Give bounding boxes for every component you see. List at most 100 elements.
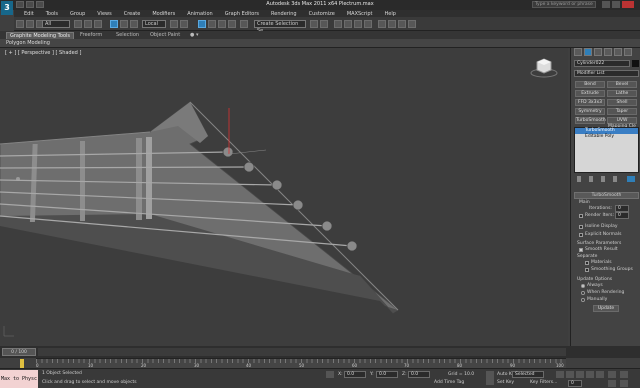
ribbon-options-icon[interactable]: ● ▾ <box>190 32 198 38</box>
x-coordinate-field[interactable]: 0.0 <box>344 371 366 378</box>
tab-freeform[interactable]: Freeform <box>80 32 102 38</box>
modifier-list-dropdown[interactable]: Modifier List <box>574 70 639 77</box>
set-key-icon[interactable] <box>486 371 494 385</box>
search-input[interactable]: Type a keyword or phrase <box>532 1 596 8</box>
select-object-icon[interactable] <box>74 20 82 28</box>
maximize-viewport-icon[interactable] <box>620 380 628 387</box>
remove-modifier-icon[interactable] <box>613 176 617 182</box>
align-icon[interactable] <box>320 20 328 28</box>
object-color-swatch[interactable] <box>632 60 639 67</box>
guitar-headstock-model[interactable] <box>0 48 568 346</box>
update-button[interactable]: Update <box>593 305 619 312</box>
play-icon[interactable] <box>576 371 584 378</box>
rollout-turbosmooth[interactable]: TurboSmooth <box>574 192 639 199</box>
selection-region-icon[interactable] <box>94 20 102 28</box>
utilities-tab-icon[interactable] <box>624 48 632 56</box>
select-and-rotate-icon[interactable] <box>120 20 128 28</box>
bevel-button[interactable]: Bevel <box>607 81 637 88</box>
save-file-icon[interactable] <box>36 1 44 8</box>
current-frame-field[interactable]: 0 <box>568 380 582 387</box>
set-key-button[interactable]: Set Key <box>497 380 514 385</box>
pan-icon[interactable] <box>620 371 628 378</box>
materials-checkbox[interactable] <box>585 261 589 265</box>
key-filters-button[interactable]: Key Filters... <box>530 380 557 385</box>
tab-object-paint[interactable]: Object Paint <box>150 32 180 38</box>
configure-sets-icon[interactable] <box>627 176 635 182</box>
motion-tab-icon[interactable] <box>604 48 612 56</box>
rendered-frame-icon[interactable] <box>398 20 406 28</box>
spinner-snap-icon[interactable] <box>228 20 236 28</box>
always-radio[interactable] <box>581 284 585 288</box>
tab-selection[interactable]: Selection <box>116 32 139 38</box>
select-by-name-icon[interactable] <box>84 20 92 28</box>
lathe-button[interactable]: Lathe <box>607 90 637 97</box>
time-slider-thumb[interactable]: 0 / 100 <box>2 348 36 356</box>
ribbon-panel-label[interactable]: Polygon Modeling <box>6 40 50 46</box>
named-selection-dropdown[interactable]: Create Selection Se <box>254 20 306 34</box>
lock-selection-icon[interactable] <box>326 371 334 378</box>
pivot-center-icon[interactable] <box>170 20 178 28</box>
uvw-mapping-button[interactable]: UVW Mapping Cle <box>607 117 637 129</box>
iterations-spinner[interactable]: 0 <box>615 205 629 212</box>
show-end-result-icon[interactable] <box>589 176 593 182</box>
track-bar[interactable]: 0 10 20 30 40 50 60 70 80 90 100 <box>20 358 566 369</box>
mirror-icon[interactable] <box>310 20 318 28</box>
render-setup-icon[interactable] <box>388 20 396 28</box>
display-tab-icon[interactable] <box>614 48 622 56</box>
next-frame-icon[interactable] <box>586 371 594 378</box>
object-name-field[interactable]: Cylinder022 <box>574 60 630 67</box>
render-iters-checkbox[interactable] <box>579 214 583 218</box>
app-logo-icon[interactable]: 3 <box>1 1 13 15</box>
orbit-icon[interactable] <box>608 380 616 387</box>
graphite-toggle-icon[interactable] <box>344 20 352 28</box>
z-coordinate-field[interactable]: 0.0 <box>408 371 430 378</box>
select-and-move-icon[interactable] <box>110 20 118 28</box>
close-button[interactable] <box>622 1 634 8</box>
modify-tab-icon[interactable] <box>584 48 592 56</box>
explicit-normals-checkbox[interactable] <box>579 233 583 237</box>
make-unique-icon[interactable] <box>601 176 605 182</box>
material-editor-icon[interactable] <box>378 20 386 28</box>
stack-item-editable-poly[interactable]: Editable Poly <box>575 134 638 140</box>
add-time-tag[interactable]: Add Time Tag <box>434 380 464 385</box>
reference-coordinate-dropdown[interactable]: Local <box>142 20 166 28</box>
render-production-icon[interactable] <box>408 20 416 28</box>
turbosmooth-button[interactable]: TurboSmooth <box>575 117 606 124</box>
go-to-end-icon[interactable] <box>596 371 604 378</box>
go-to-start-icon[interactable] <box>556 371 564 378</box>
redo-icon[interactable] <box>26 20 34 28</box>
smooth-result-checkbox[interactable] <box>579 248 583 252</box>
extrude-button[interactable]: Extrude <box>575 90 605 97</box>
manually-radio[interactable] <box>581 298 585 302</box>
select-and-scale-icon[interactable] <box>130 20 138 28</box>
bend-button[interactable]: Bend <box>575 81 605 88</box>
curve-editor-icon[interactable] <box>354 20 362 28</box>
new-file-icon[interactable] <box>16 1 24 8</box>
isoline-display-checkbox[interactable] <box>579 225 583 229</box>
time-slider-track[interactable] <box>38 348 566 356</box>
schematic-view-icon[interactable] <box>364 20 372 28</box>
snaps-toggle-icon[interactable] <box>198 20 206 28</box>
hierarchy-tab-icon[interactable] <box>594 48 602 56</box>
ffd-button[interactable]: FFD 3x3x3 <box>575 99 605 106</box>
symmetry-button[interactable]: Symmetry <box>575 108 605 115</box>
maxscript-listener[interactable]: Max to Physc <box>0 370 38 388</box>
percent-snap-icon[interactable] <box>218 20 226 28</box>
undo-icon[interactable] <box>16 20 24 28</box>
edit-named-selection-icon[interactable] <box>240 20 248 28</box>
select-manipulate-icon[interactable] <box>180 20 188 28</box>
y-coordinate-field[interactable]: 0.0 <box>376 371 398 378</box>
open-file-icon[interactable] <box>26 1 34 8</box>
viewport-perspective[interactable]: [ + ] [ Perspective ] [ Shaded ] <box>0 48 568 346</box>
minimize-button[interactable] <box>602 1 610 8</box>
shell-button[interactable]: Shell <box>607 99 637 106</box>
create-tab-icon[interactable] <box>574 48 582 56</box>
when-rendering-radio[interactable] <box>581 291 585 295</box>
pin-stack-icon[interactable] <box>577 176 581 182</box>
angle-snap-icon[interactable] <box>208 20 216 28</box>
previous-frame-icon[interactable] <box>566 371 574 378</box>
taper-button[interactable]: Taper <box>607 108 637 115</box>
viewcube[interactable] <box>530 56 558 80</box>
layer-manager-icon[interactable] <box>334 20 342 28</box>
zoom-icon[interactable] <box>608 371 616 378</box>
